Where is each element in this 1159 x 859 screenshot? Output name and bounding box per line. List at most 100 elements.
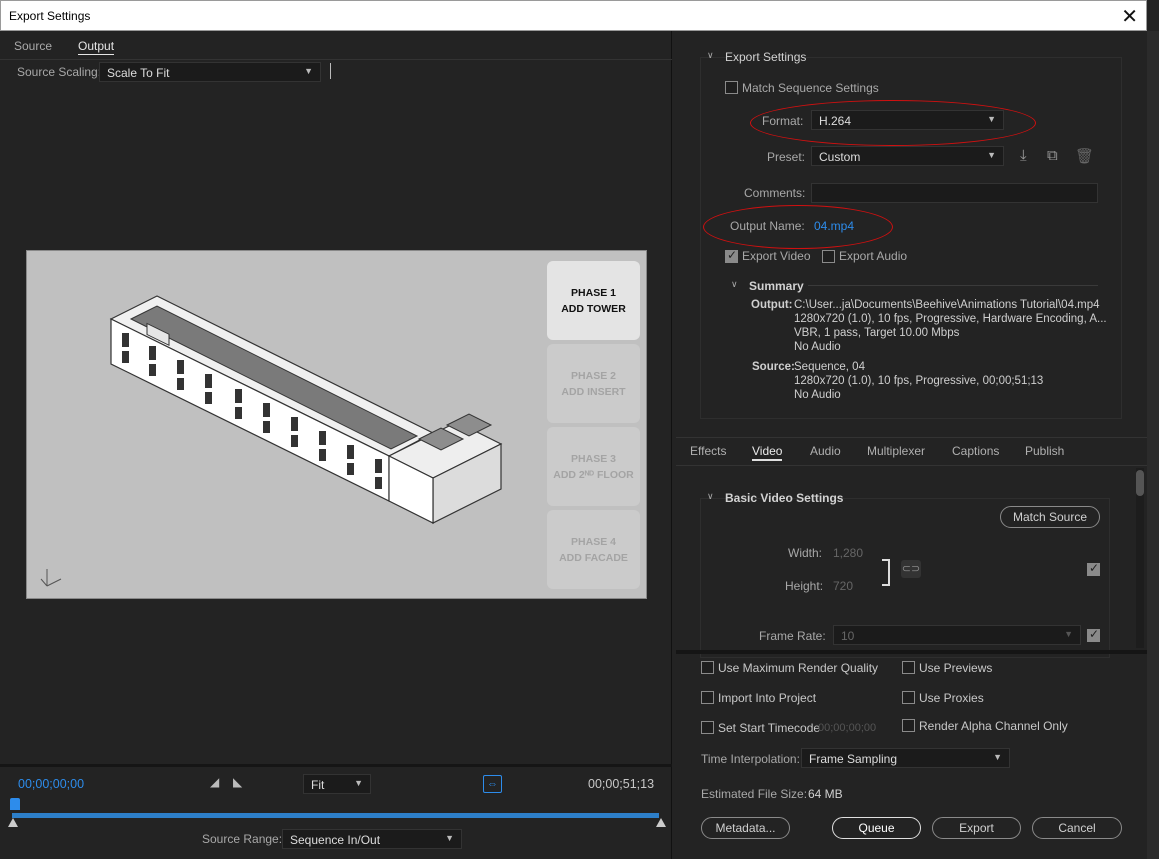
use-proxies-checkbox[interactable] xyxy=(902,691,915,704)
scrollbar-track[interactable] xyxy=(1136,468,1144,648)
frame-rate-dropdown[interactable]: 10 ▼ xyxy=(833,625,1081,645)
phase-3-subtitle: ADD 2ᴺᴰ FLOOR xyxy=(553,469,634,481)
current-timecode[interactable]: 00;00;00;00 xyxy=(18,777,84,791)
chevron-down-icon: ▼ xyxy=(354,778,363,788)
scrollbar-thumb[interactable] xyxy=(1136,470,1144,496)
summary-source-line: Sequence, 04 xyxy=(794,361,865,373)
phase-2-subtitle: ADD INSERT xyxy=(561,386,626,398)
phase-1-title: PHASE 1 xyxy=(571,287,616,299)
metadata-button[interactable]: Metadata... xyxy=(701,817,790,839)
cancel-button[interactable]: Cancel xyxy=(1032,817,1122,839)
phase-4-subtitle: ADD FACADE xyxy=(559,552,628,564)
red-annotation-circle xyxy=(703,205,893,249)
playhead-icon[interactable] xyxy=(10,798,20,810)
chevron-down-icon: ▼ xyxy=(1064,629,1073,639)
export-video-checkbox[interactable] xyxy=(725,248,738,263)
source-scaling-dropdown[interactable]: Scale To Fit ▼ xyxy=(99,62,321,82)
phase-3-title: PHASE 3 xyxy=(571,453,616,465)
video-collapse-icon[interactable]: ∨ xyxy=(707,491,714,502)
match-sequence-checkbox[interactable] xyxy=(725,81,738,94)
import-into-project-checkbox[interactable] xyxy=(701,691,714,704)
export-button[interactable]: Export xyxy=(932,817,1021,839)
summary-output-label: Output: xyxy=(751,299,793,311)
tab-audio[interactable]: Audio xyxy=(810,444,841,458)
width-value[interactable]: 1,280 xyxy=(833,546,863,560)
summary-output-line: 1280x720 (1.0), 10 fps, Progressive, Har… xyxy=(794,313,1107,325)
timeline-scrubber-bar[interactable] xyxy=(12,813,659,818)
start-timecode-value[interactable]: 00;00;00;00 xyxy=(818,722,876,734)
save-preset-icon[interactable]: ⤓ xyxy=(1020,147,1027,164)
height-value[interactable]: 720 xyxy=(833,579,853,593)
mark-out-icon[interactable]: ◣ xyxy=(233,775,242,789)
render-alpha-checkbox[interactable] xyxy=(902,719,915,732)
delete-preset-icon[interactable]: 🗑 xyxy=(1075,147,1094,165)
use-previews-label: Use Previews xyxy=(919,661,993,675)
match-sequence-label: Match Sequence Settings xyxy=(742,81,879,95)
summary-source-line: 1280x720 (1.0), 10 fps, Progressive, 00;… xyxy=(794,375,1044,387)
summary-output-line: VBR, 1 pass, Target 10.00 Mbps xyxy=(794,327,960,339)
export-settings-title: Export Settings xyxy=(725,50,807,64)
tab-effects[interactable]: Effects xyxy=(690,444,726,458)
text-cursor xyxy=(330,63,331,79)
axis-gizmo-icon xyxy=(40,569,62,587)
summary-title: Summary xyxy=(749,279,804,293)
basic-video-settings-title: Basic Video Settings xyxy=(725,491,844,505)
max-render-quality-label: Use Maximum Render Quality xyxy=(718,661,879,675)
time-interpolation-value: Frame Sampling xyxy=(809,752,898,766)
source-scaling-label: Source Scaling: xyxy=(17,65,102,79)
comments-label: Comments: xyxy=(744,186,806,200)
timeline-divider xyxy=(0,764,672,767)
tab-captions[interactable]: Captions xyxy=(952,444,999,458)
tab-video[interactable]: Video xyxy=(752,444,783,461)
tab-divider xyxy=(0,59,672,60)
out-point-handle[interactable] xyxy=(656,818,666,827)
zoom-dropdown[interactable]: Fit ▼ xyxy=(303,774,371,794)
queue-button[interactable]: Queue xyxy=(832,817,921,839)
width-label: Width: xyxy=(788,546,823,560)
link-icon[interactable]: ⊂⊃ xyxy=(901,560,921,578)
chevron-down-icon: ▼ xyxy=(993,752,1002,762)
phase-card-3: PHASE 3 ADD 2ᴺᴰ FLOOR xyxy=(547,427,640,506)
preset-value: Custom xyxy=(819,150,861,164)
tab-multiplexer[interactable]: Multiplexer xyxy=(867,444,925,458)
source-range-value: Sequence In/Out xyxy=(290,833,381,847)
options-divider xyxy=(676,650,1147,654)
file-size-value: 64 MB xyxy=(808,787,843,801)
dimension-bracket xyxy=(882,559,890,586)
phase-4-title: PHASE 4 xyxy=(571,536,616,548)
match-source-button[interactable]: Match Source xyxy=(1000,506,1100,528)
tab-source[interactable]: Source xyxy=(14,39,52,53)
comments-input[interactable] xyxy=(811,183,1098,203)
frame-rate-label: Frame Rate: xyxy=(759,629,826,643)
phase-card-4: PHASE 4 ADD FACADE xyxy=(547,510,640,589)
use-previews-checkbox[interactable] xyxy=(902,661,915,674)
collapse-chevron-icon[interactable]: ∨ xyxy=(707,50,714,61)
use-proxies-label: Use Proxies xyxy=(919,691,984,705)
source-range-dropdown[interactable]: Sequence In/Out ▼ xyxy=(282,829,462,849)
export-audio-checkbox[interactable] xyxy=(822,250,835,263)
close-icon[interactable]: ✕ xyxy=(1121,4,1138,29)
aspect-ratio-correction-icon[interactable]: ⇔ xyxy=(483,775,502,793)
render-alpha-label: Render Alpha Channel Only xyxy=(919,719,1068,733)
export-audio-label: Export Audio xyxy=(839,249,908,263)
import-preset-icon[interactable]: ⧉ xyxy=(1047,147,1058,164)
chevron-down-icon: ▼ xyxy=(304,66,313,76)
time-interpolation-dropdown[interactable]: Frame Sampling ▼ xyxy=(801,748,1010,768)
tab-publish[interactable]: Publish xyxy=(1025,444,1064,458)
frame-rate-match-checkbox[interactable] xyxy=(1087,627,1100,642)
preset-dropdown[interactable]: Custom ▼ xyxy=(811,146,1004,166)
chevron-down-icon: ▼ xyxy=(987,150,996,160)
in-point-handle[interactable] xyxy=(8,818,18,827)
settings-tabs-divider xyxy=(676,437,1147,438)
export-video-label: Export Video xyxy=(742,249,811,263)
set-start-timecode-checkbox[interactable] xyxy=(701,721,714,734)
summary-collapse-icon[interactable]: ∨ xyxy=(731,279,738,290)
max-render-quality-checkbox[interactable] xyxy=(701,661,714,674)
width-height-match-checkbox[interactable] xyxy=(1087,561,1100,576)
window-title: Export Settings xyxy=(9,9,91,23)
mark-in-icon[interactable]: ◢ xyxy=(210,775,219,789)
tab-output[interactable]: Output xyxy=(78,39,115,55)
phase-card-1: PHASE 1 ADD TOWER xyxy=(547,261,640,340)
summary-output-line: C:\User...ja\Documents\Beehive\Animation… xyxy=(794,299,1100,311)
video-preview: PHASE 1 ADD TOWER PHASE 2 ADD INSERT PHA… xyxy=(26,250,647,599)
